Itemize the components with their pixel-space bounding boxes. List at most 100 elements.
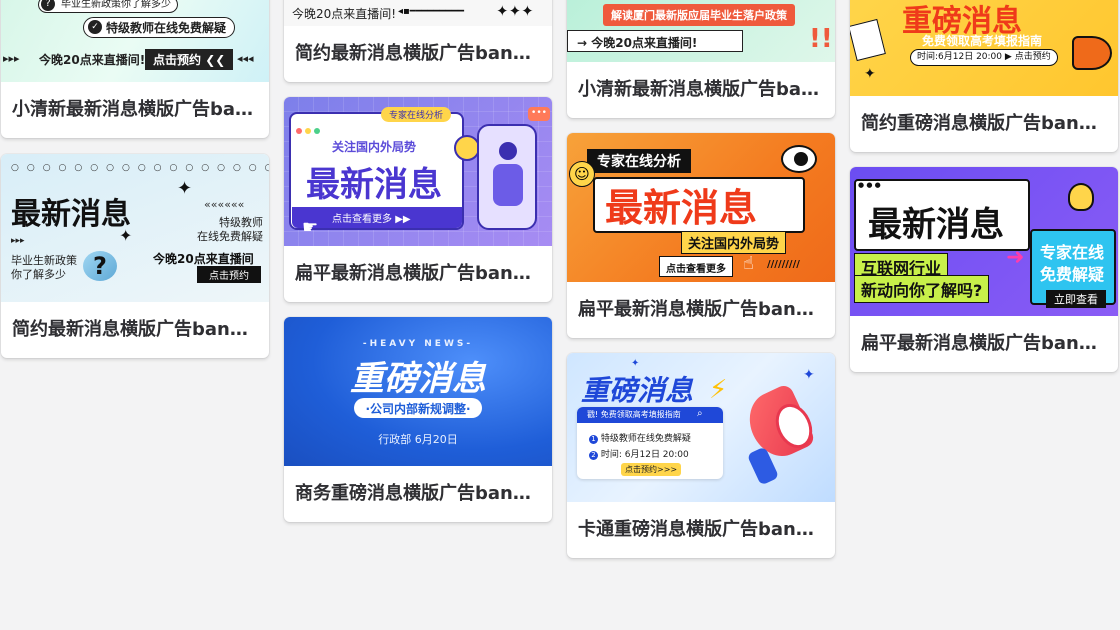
number-badge-icon: 2 xyxy=(589,451,598,460)
thumbnail-image: 专家在线分析 ☺ 最新消息 关注国内外局势 点击查看更多 ☝ ///////// xyxy=(567,133,835,282)
thumb-title: 最新消息 xyxy=(11,197,131,232)
template-card-10[interactable]: ● ● ● 最新消息 互联网行业 新动向你了解吗? ➜ 专家在线 免费解疑 立即… xyxy=(850,167,1118,372)
template-card-8[interactable]: 重磅消息 戳! 免费领取高考填报指南 ⌕ 1 特级教师在线免费解疑 2 时间: … xyxy=(567,353,835,558)
card-title[interactable]: 简约重磅消息横版广告banner xyxy=(850,96,1118,152)
thumb-banner-text: 解读厦门最新版应届毕业生落户政策 xyxy=(611,9,787,22)
thumb-text: 在线免费解疑 xyxy=(197,230,263,243)
thumb-title: 最新消息 xyxy=(868,205,1004,245)
thumb-text: 戳! 免费领取高考填报指南 xyxy=(587,410,681,419)
sparkle-icon: ✦ xyxy=(631,358,640,369)
thumb-text: 免费解疑 xyxy=(1040,265,1105,284)
thumb-title: 重磅消息 xyxy=(581,374,694,407)
arrow-icon: → xyxy=(577,36,592,50)
play-bar-icon: ◂▪━━━━━━━━━ xyxy=(398,6,464,17)
card-title[interactable]: 扁平最新消息横版广告banner xyxy=(850,316,1118,372)
question-bubble-icon: ? xyxy=(83,251,117,281)
arrow-decoration-icon: ▸▸▸ xyxy=(11,236,25,246)
smiley-icon: ☺ xyxy=(569,161,595,187)
card-title[interactable]: 小清新最新消息横版广告banner xyxy=(567,62,835,118)
search-icon: ⌕ xyxy=(697,408,703,419)
thumb-text: 免费领取高考填报指南 xyxy=(922,34,1043,48)
thumb-text: 毕业生新政策你了解多少 xyxy=(61,0,171,10)
card-title[interactable]: 简约最新消息横版广告banner xyxy=(1,302,269,358)
eye-icon xyxy=(781,145,817,173)
sparkle-icon: ✦ xyxy=(177,178,193,199)
chat-bubble-icon: ••• xyxy=(528,107,550,121)
thumb-text: 特级教师在线免费解疑 xyxy=(106,21,227,35)
thumbnail-image: 专家在线分析 关注国内外局势 最新消息 点击查看更多 ▶▶ ☛ ••• xyxy=(284,97,552,246)
lightning-icon: ⚡ xyxy=(709,375,728,405)
thumb-text: 新动向你了解吗? xyxy=(861,281,983,300)
template-card-5[interactable]: -HEAVY NEWS- 重磅消息 ·公司内部新规调整· 行政部 6月20日 商… xyxy=(284,317,552,522)
template-card-6[interactable]: 解读厦门最新版应届毕业生落户政策 → 今晚20点来直播间! !! 小清新最新消息… xyxy=(567,0,835,118)
template-card-7[interactable]: 专家在线分析 ☺ 最新消息 关注国内外局势 点击查看更多 ☝ /////////… xyxy=(567,133,835,338)
arrow-decoration-icon: ▸▸▸ xyxy=(3,52,20,65)
thumbnail-image: -HEAVY NEWS- 重磅消息 ·公司内部新规调整· 行政部 6月20日 xyxy=(284,317,552,466)
thumb-title: 最新消息 xyxy=(306,165,442,205)
window-dots xyxy=(296,119,323,138)
person-illustration xyxy=(477,124,537,230)
thumb-tag: 专家在线分析 xyxy=(381,107,452,122)
thumb-text: 关注国内外局势 xyxy=(688,237,780,252)
paper-icon xyxy=(850,18,886,62)
thumbnail-image: 今晚20点来直播间! ◂▪━━━━━━━━━ ✦✦✦ xyxy=(284,0,552,26)
template-card-4[interactable]: 专家在线分析 关注国内外局势 最新消息 点击查看更多 ▶▶ ☛ ••• 扁平最新… xyxy=(284,97,552,302)
arrow-icon: ➜ xyxy=(1006,245,1025,270)
template-card-1[interactable]: ? 毕业生新政策你了解多少 ✓ 特级教师在线免费解疑 今晚20点来直播间! 点击… xyxy=(1,0,269,138)
thumb-text: 特级教师在线免费解疑 xyxy=(600,434,691,444)
thumb-text: 今晚20点来直播间! xyxy=(292,7,397,21)
question-icon: ? xyxy=(41,0,55,11)
pointer-hand-icon: ☛ xyxy=(302,217,319,238)
template-card-3[interactable]: 今晚20点来直播间! ◂▪━━━━━━━━━ ✦✦✦ 简约最新消息横版广告ban… xyxy=(284,0,552,82)
thumb-button-text: 点击预约 xyxy=(153,53,202,67)
thumb-button-text: 点击预约>>> xyxy=(621,463,682,476)
thumbnail-image: 解读厦门最新版应届毕业生落户政策 → 今晚20点来直播间! !! xyxy=(567,0,835,62)
thumb-button-text: 点击预约 xyxy=(197,266,261,283)
thumb-button-text: 点击查看更多 xyxy=(666,264,726,275)
thumb-text: 关注国内外局势 xyxy=(332,140,417,154)
thumb-eyebrow: -HEAVY NEWS- xyxy=(362,339,474,349)
thumb-text: 你了解多少 xyxy=(11,268,66,281)
card-title[interactable]: 卡通重磅消息横版广告banner xyxy=(567,502,835,558)
card-title[interactable]: 扁平最新消息横版广告banner xyxy=(284,246,552,302)
number-badge-icon: 1 xyxy=(589,435,598,444)
sparkle-icon: ✦ xyxy=(864,66,876,82)
thumb-text: 今晚20点来直播间! xyxy=(39,53,146,67)
thumb-text: 时间:6月12日 20:00 xyxy=(917,52,1003,62)
thumbnail-image: 重磅消息 戳! 免费领取高考填报指南 ⌕ 1 特级教师在线免费解疑 2 时间: … xyxy=(567,353,835,502)
binder-holes: ○○○○○○○○○○○○○○○○○ xyxy=(11,163,269,173)
megaphone-icon xyxy=(737,373,823,486)
megaphone-icon xyxy=(1072,36,1112,70)
thumb-text: 时间: 6月12日 20:00 xyxy=(600,450,689,460)
thumb-button-text: 立即查看 xyxy=(1046,290,1106,308)
play-icon: ▶ xyxy=(1004,52,1015,62)
window-dots: ● ● ● xyxy=(858,181,881,189)
arrow-decoration-icon: ◂◂◂ xyxy=(237,52,254,65)
card-title[interactable]: 扁平最新消息横版广告banner xyxy=(567,282,835,338)
sparkle-icon: ✦ xyxy=(119,226,133,245)
thumb-title: 最新消息 xyxy=(605,186,758,230)
slash-decoration: ///////// xyxy=(767,259,800,270)
cursor-icon: ☝ xyxy=(743,253,754,274)
thumb-text: 专家在线 xyxy=(1040,243,1105,262)
card-title[interactable]: 简约最新消息横版广告banner xyxy=(284,26,552,82)
thumb-tag: 专家在线分析 xyxy=(597,154,681,170)
card-title[interactable]: 商务重磅消息横版广告banner xyxy=(284,466,552,522)
template-card-2[interactable]: ○○○○○○○○○○○○○○○○○ 最新消息 ✦ ✦ «««««« 特级教师 在… xyxy=(1,154,269,358)
check-icon: ✓ xyxy=(88,20,102,34)
sparkle-icon: ✦✦✦ xyxy=(496,2,534,20)
thumb-text: 今晚20点来直播间 xyxy=(153,252,254,266)
card-title[interactable]: 小清新最新消息横版广告banner xyxy=(1,82,269,138)
thumb-button-text: 点击预约 xyxy=(1014,52,1051,62)
thumbnail-image: ? 毕业生新政策你了解多少 ✓ 特级教师在线免费解疑 今晚20点来直播间! 点击… xyxy=(1,0,269,82)
thumbnail-image: 重磅消息 免费领取高考填报指南 时间:6月12日 20:00 ▶ 点击预约 ✦ xyxy=(850,0,1118,96)
sparkle-icon: ✦ xyxy=(803,367,815,383)
lightbulb-icon xyxy=(1068,183,1094,211)
chevrons-icon: «««««« xyxy=(204,198,245,211)
exclamation-icon: !! xyxy=(809,24,833,54)
thumb-text: 行政部 6月20日 xyxy=(378,433,458,446)
thumbnail-image: ● ● ● 最新消息 互联网行业 新动向你了解吗? ➜ 专家在线 免费解疑 立即… xyxy=(850,167,1118,316)
thumb-title: 重磅消息 xyxy=(350,359,486,399)
thumb-text: → 今晚20点来直播间! xyxy=(577,36,698,50)
template-card-9[interactable]: 重磅消息 免费领取高考填报指南 时间:6月12日 20:00 ▶ 点击预约 ✦ … xyxy=(850,0,1118,152)
